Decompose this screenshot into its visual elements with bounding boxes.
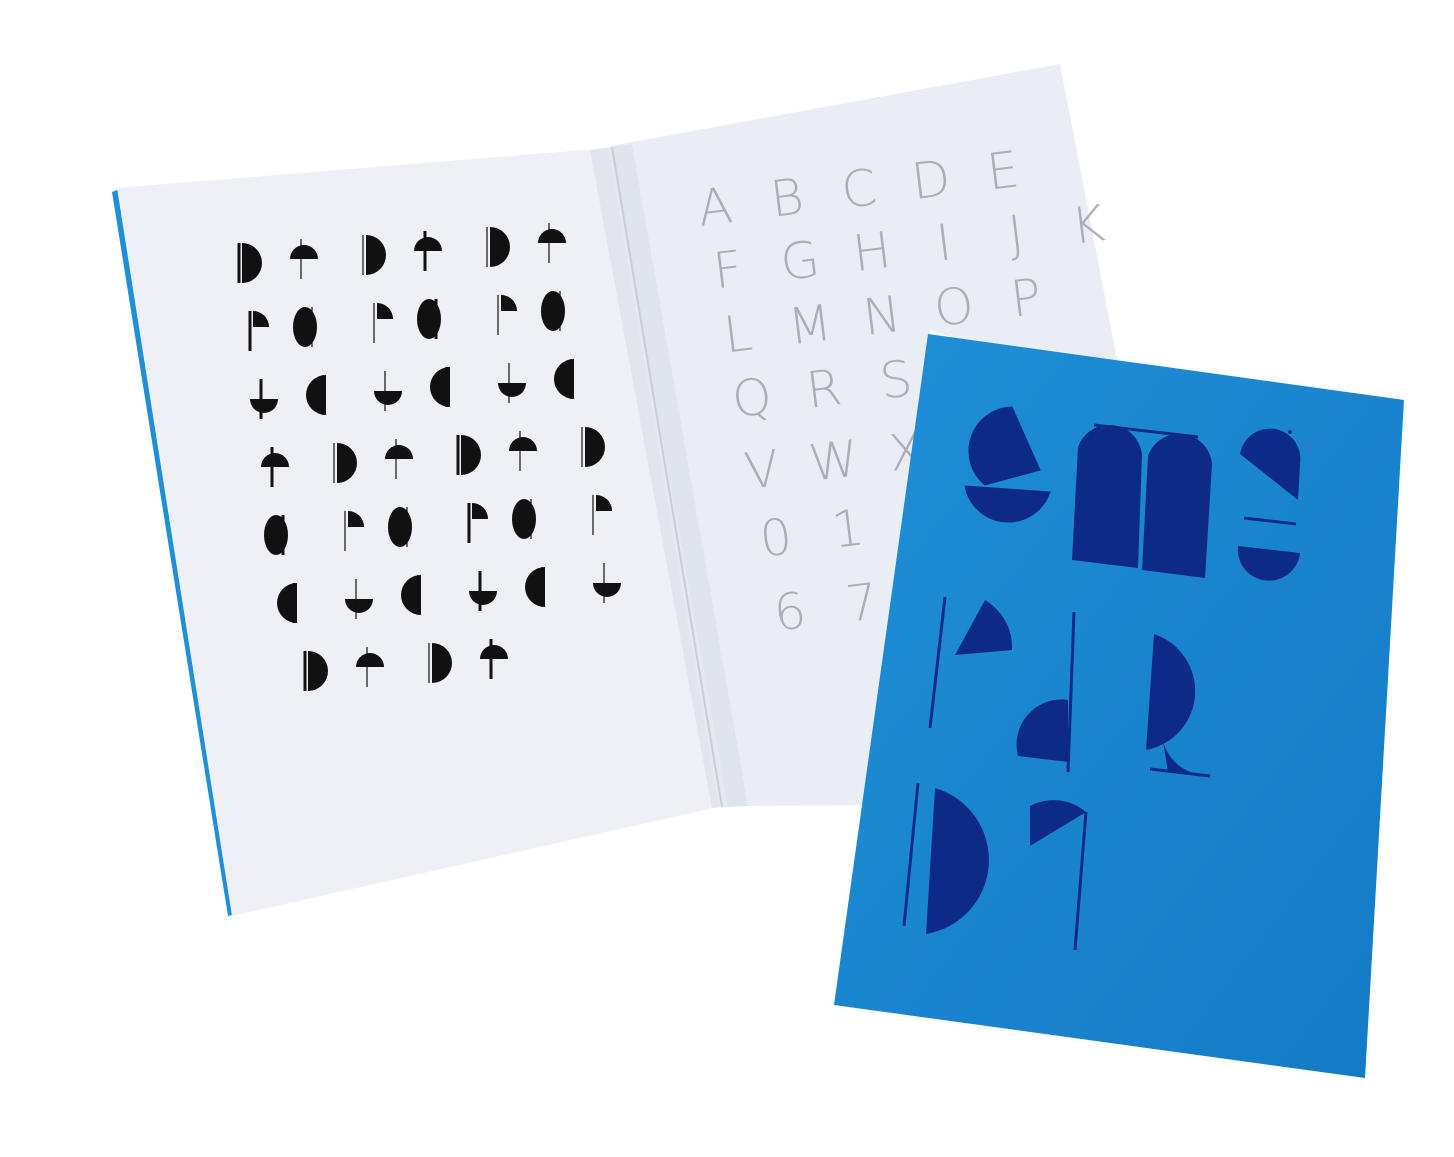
cover-glyph-m-left	[1072, 424, 1142, 568]
booklet-scene: ABCDEFGHIJKLMNOPQRSVWX01267	[0, 0, 1454, 1157]
cover-glyph-e-dot	[1288, 430, 1292, 434]
cover-glyph-m-right	[1142, 433, 1212, 578]
blue-cover	[834, 334, 1404, 1078]
